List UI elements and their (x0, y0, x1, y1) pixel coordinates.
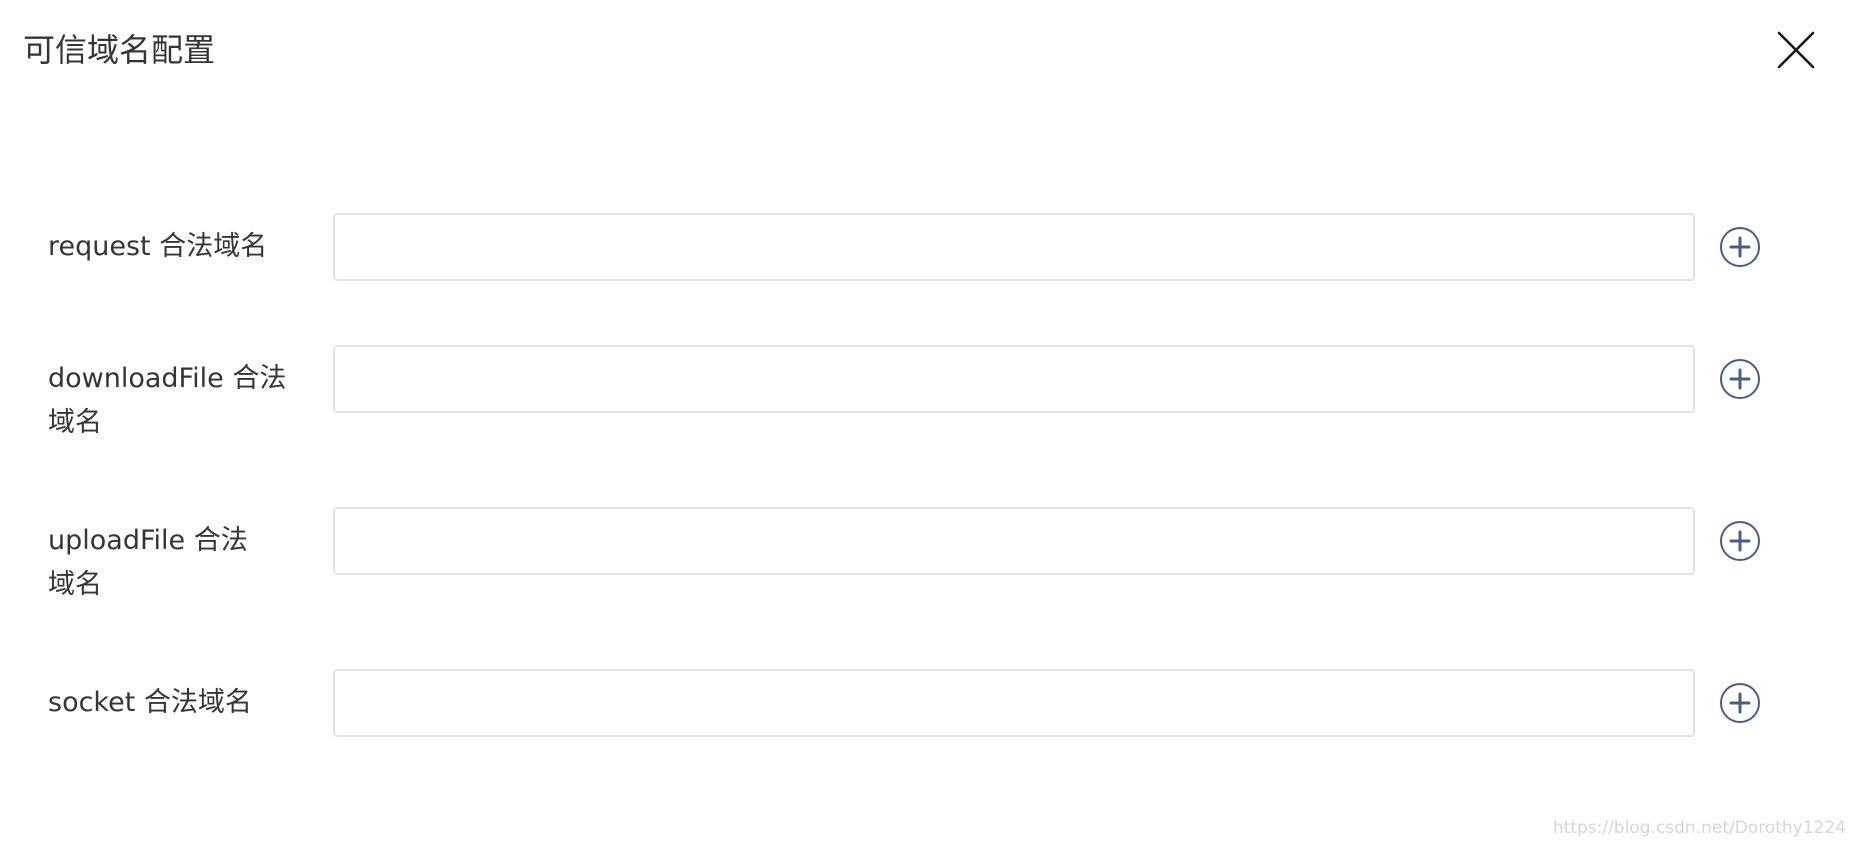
row-label-downloadfile: downloadFile 合法域名 (48, 363, 287, 438)
plus-circle-icon (1720, 359, 1760, 399)
add-socket-domain-button[interactable] (1719, 682, 1761, 724)
request-domain-input[interactable] (333, 213, 1695, 281)
row-label-request: request 合法域名 (48, 231, 268, 262)
downloadfile-domain-input[interactable] (333, 345, 1695, 413)
add-downloadfile-domain-button[interactable] (1719, 358, 1761, 400)
row-label-uploadfile: uploadFile 合法域名 (48, 525, 248, 600)
watermark-text: https://blog.csdn.net/Dorothy1224 (1552, 818, 1846, 838)
add-uploadfile-domain-button[interactable] (1719, 520, 1761, 562)
socket-domain-input[interactable] (333, 669, 1695, 737)
uploadfile-domain-input[interactable] (333, 507, 1695, 575)
plus-circle-icon (1720, 521, 1760, 561)
close-icon (1777, 31, 1815, 69)
plus-circle-icon (1720, 683, 1760, 723)
dialog-title: 可信域名配置 (23, 31, 216, 69)
add-request-domain-button[interactable] (1719, 226, 1761, 268)
row-label-socket: socket 合法域名 (48, 687, 252, 718)
close-button[interactable] (1776, 30, 1816, 70)
plus-circle-icon (1720, 227, 1760, 267)
